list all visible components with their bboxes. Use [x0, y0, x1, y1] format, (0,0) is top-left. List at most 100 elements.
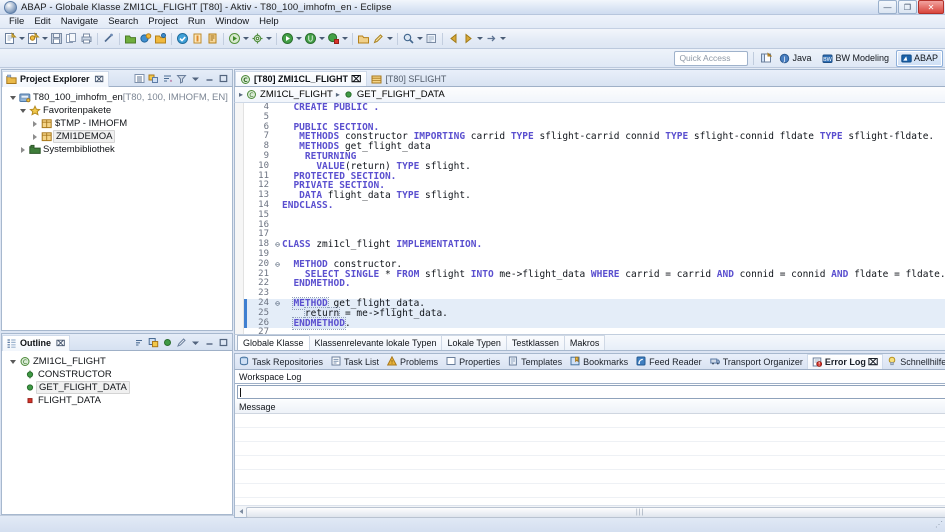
open-resource-icon[interactable]	[356, 31, 371, 46]
menu-project[interactable]: Project	[143, 16, 183, 27]
tab-feed-reader[interactable]: Feed Reader	[632, 355, 706, 369]
close-icon[interactable]: ⌧	[868, 357, 878, 368]
editor-bottom-tab-testklassen[interactable]: Testklassen	[505, 335, 565, 350]
open-perspective-icon[interactable]	[759, 52, 772, 65]
breadcrumb-method-label[interactable]: GET_FLIGHT_DATA	[357, 89, 445, 100]
editor-tab-sflight[interactable]: [T80] SFLIGHT	[367, 72, 451, 86]
tab-schnellhilfe[interactable]: Schnellhilfe	[883, 355, 945, 369]
search-dropdown-icon[interactable]	[416, 31, 424, 46]
sort-icon[interactable]	[161, 72, 174, 85]
perspective-java[interactable]: J Java	[775, 51, 815, 66]
perspective-abap[interactable]: ABAP	[895, 49, 943, 67]
activate-inactive-icon[interactable]	[205, 31, 220, 46]
tab-error-log[interactable]: ! Error Log ⌧	[806, 354, 884, 369]
editor-bottom-tab-lokale-typen[interactable]: Lokale Typen	[441, 335, 507, 350]
history-icon[interactable]	[424, 31, 439, 46]
open-type-icon[interactable]	[123, 31, 138, 46]
table-row[interactable]	[235, 470, 945, 484]
quick-access-input[interactable]: Quick Access	[674, 50, 749, 66]
forward-icon[interactable]	[461, 31, 476, 46]
editor-tab-zmi1cl-flight[interactable]: C [T80] ZMI1CL_FLIGHT ⌧	[235, 71, 368, 86]
tab-task-repositories[interactable]: Task Repositories	[235, 355, 327, 369]
debug-dropdown-icon[interactable]	[295, 31, 303, 46]
table-row[interactable]	[235, 442, 945, 456]
close-icon[interactable]: ⌧	[95, 75, 104, 84]
new-wizard-dropdown-icon[interactable]	[18, 31, 26, 46]
code-line[interactable]: 22 ENDMETHOD.	[244, 279, 945, 289]
debug-ext-icon[interactable]	[326, 31, 341, 46]
menu-search[interactable]: Search	[103, 16, 143, 27]
outline-item-class[interactable]: C ZMI1CL_FLIGHT	[5, 355, 232, 368]
code-line[interactable]: 16	[244, 220, 945, 231]
sort-icon[interactable]	[133, 336, 146, 349]
link-with-editor-icon[interactable]	[147, 72, 160, 85]
tab-project-explorer[interactable]: Project Explorer ⌧	[2, 70, 109, 87]
new-abap-object-icon[interactable]	[26, 31, 41, 46]
settings-icon[interactable]	[250, 31, 265, 46]
print-icon[interactable]	[79, 31, 94, 46]
tab-task-list[interactable]: Task List	[327, 355, 383, 369]
fold-toggle-icon[interactable]: ⊖	[273, 299, 282, 309]
tree-item-zmi1demoa-package[interactable]: ZMI1DEMOA	[5, 130, 232, 143]
restore-button[interactable]: ❐	[898, 0, 917, 14]
view-menu-icon[interactable]	[189, 336, 202, 349]
outline-item-get-flight-data[interactable]: GET_FLIGHT_DATA	[5, 381, 232, 394]
menu-file[interactable]: File	[4, 16, 29, 27]
run-icon[interactable]	[227, 31, 242, 46]
debug-user-icon[interactable]: U	[303, 31, 318, 46]
maximize-icon[interactable]	[217, 72, 230, 85]
outline-item-constructor[interactable]: CONSTRUCTOR	[5, 368, 232, 381]
new-wizard-icon[interactable]	[3, 31, 18, 46]
error-log-rows[interactable]	[235, 414, 945, 505]
minimize-icon[interactable]	[203, 72, 216, 85]
minimize-button[interactable]: —	[878, 0, 897, 14]
debug-user-dropdown-icon[interactable]	[318, 31, 326, 46]
breadcrumb-separator-icon[interactable]: ▸	[336, 90, 340, 99]
source-code[interactable]: 4 CREATE PUBLIC .56 PUBLIC SECTION. 7 MET…	[244, 103, 945, 334]
breadcrumb-separator-icon[interactable]: ▸	[239, 90, 243, 99]
tab-outline[interactable]: Outline ⌧	[2, 334, 71, 351]
tab-problems[interactable]: ! Problems	[383, 355, 442, 369]
chevron-right-icon[interactable]	[29, 118, 40, 129]
view-menu-icon[interactable]	[189, 72, 202, 85]
table-row[interactable]	[235, 456, 945, 470]
tab-bookmarks[interactable]: Bookmarks	[566, 355, 632, 369]
error-log-horizontal-scrollbar[interactable]: |||	[235, 505, 945, 518]
fold-toggle-icon[interactable]: ⊖	[273, 260, 282, 270]
close-icon[interactable]: ⌧	[351, 74, 361, 85]
maximize-icon[interactable]	[217, 336, 230, 349]
tab-properties[interactable]: Properties	[442, 355, 504, 369]
hide-fields-icon[interactable]	[147, 336, 160, 349]
minimize-icon[interactable]	[203, 336, 216, 349]
code-line[interactable]: 14 ENDCLASS.	[244, 200, 945, 211]
code-line[interactable]: 15	[244, 210, 945, 221]
check-icon[interactable]	[175, 31, 190, 46]
table-row[interactable]	[235, 498, 945, 505]
filter-icon[interactable]	[175, 72, 188, 85]
menu-window[interactable]: Window	[210, 16, 254, 27]
chevron-down-icon[interactable]	[17, 105, 28, 116]
perspective-bw-modeling[interactable]: BW BW Modeling	[818, 51, 893, 66]
resize-grip-icon[interactable]: ⋰	[935, 520, 943, 529]
copy-icon[interactable]	[64, 31, 79, 46]
editor-bottom-tab-klassenrelevante-lokale-typen[interactable]: Klassenrelevante lokale Typen	[308, 335, 443, 350]
editor-bottom-tab-globale-klasse[interactable]: Globale Klasse	[237, 335, 310, 350]
tab-templates[interactable]: Templates	[504, 355, 566, 369]
chevron-down-icon[interactable]	[7, 92, 18, 103]
tree-item-favoritenpakete[interactable]: Favoritenpakete	[5, 104, 232, 117]
column-header-message[interactable]: Message	[235, 402, 945, 412]
next-icon[interactable]	[484, 31, 499, 46]
forward-dropdown-icon[interactable]	[476, 31, 484, 46]
error-log-scroll-thumb[interactable]: |||	[246, 507, 945, 518]
link-icon[interactable]	[101, 31, 116, 46]
search-icon[interactable]	[401, 31, 416, 46]
public-members-icon[interactable]	[161, 336, 174, 349]
code-line[interactable]: 18 ⊖ CLASS zmi1cl_flight IMPLEMENTATION.	[244, 239, 945, 250]
settings-dropdown-icon[interactable]	[265, 31, 273, 46]
code-line[interactable]: 13 DATA flight_data TYPE sflight.	[244, 190, 945, 201]
hide-static-icon[interactable]	[175, 336, 188, 349]
new-abap-object-dropdown-icon[interactable]	[41, 31, 49, 46]
chevron-down-icon[interactable]	[7, 356, 18, 367]
debug-icon[interactable]	[280, 31, 295, 46]
collapse-all-icon[interactable]	[133, 72, 146, 85]
